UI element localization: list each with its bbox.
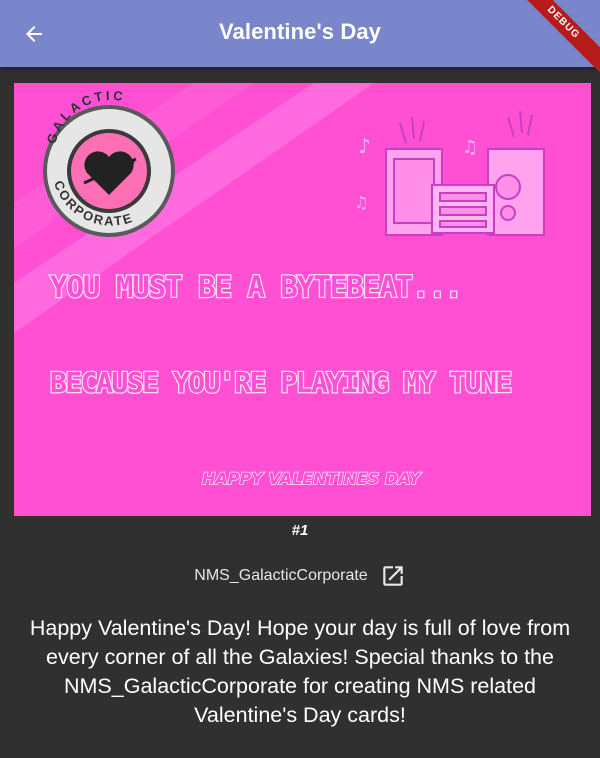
page-title: Valentine's Day bbox=[218, 19, 382, 44]
author-row: NMS_GalacticCorporate bbox=[0, 563, 600, 589]
description-text: Happy Valentine's Day! Hope your day is … bbox=[29, 616, 571, 727]
image-caption: #1 bbox=[291, 522, 309, 539]
app-bar: Valentine's Day bbox=[0, 0, 600, 67]
svg-text:♪: ♪ bbox=[358, 134, 371, 158]
open-in-new-button[interactable] bbox=[380, 563, 406, 589]
open-in-new-icon bbox=[382, 566, 403, 586]
svg-text:♫: ♫ bbox=[462, 137, 478, 158]
author-name: NMS_GalacticCorporate bbox=[194, 567, 368, 584]
svg-text:♫: ♫ bbox=[354, 193, 368, 212]
valentine-card-image[interactable]: GALACTIC CORPORATE ♪ ♫ ♫ YOU MUST BE A B… bbox=[14, 83, 591, 516]
card-line-1: YOU MUST BE A BYTEBEAT... bbox=[50, 270, 462, 304]
card-line-2: BECAUSE YOU'RE PLAYING MY TUNE bbox=[50, 366, 511, 399]
card-line-3: HAPPY VALENTINES DAY bbox=[202, 469, 422, 488]
